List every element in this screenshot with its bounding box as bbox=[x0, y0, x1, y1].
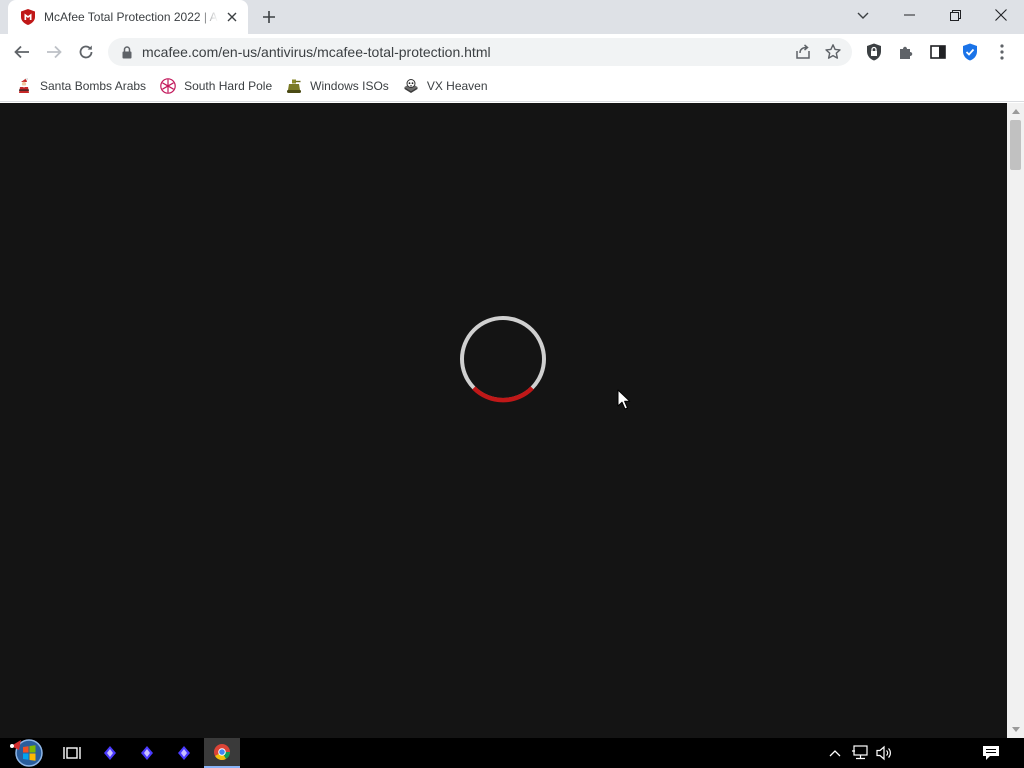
page-scrollbar[interactable] bbox=[1007, 103, 1024, 738]
scroll-down-arrow-icon[interactable] bbox=[1007, 721, 1024, 738]
bookmark-label: Santa Bombs Arabs bbox=[40, 78, 147, 93]
page-viewport bbox=[0, 103, 1007, 738]
windows-logo-icon bbox=[10, 739, 43, 767]
lock-icon[interactable] bbox=[120, 45, 134, 59]
puzzle-extensions-icon[interactable] bbox=[895, 41, 917, 63]
blue-shield-check-icon[interactable] bbox=[959, 41, 981, 63]
chevron-down-icon[interactable] bbox=[852, 5, 874, 27]
bookmark-santa-bombs-arabs[interactable]: Santa Bombs Arabs bbox=[12, 73, 152, 99]
santa-icon bbox=[16, 77, 32, 94]
notifications-icon[interactable] bbox=[978, 738, 1004, 768]
chrome-taskbar-icon[interactable] bbox=[204, 738, 240, 768]
mouse-cursor-icon bbox=[617, 389, 631, 410]
restore-icon[interactable] bbox=[932, 0, 978, 30]
address-bar[interactable]: mcafee.com/en-us/antivirus/mcafee-total-… bbox=[108, 38, 852, 66]
bookmark-windows-isos[interactable]: Windows ISOs bbox=[282, 73, 395, 99]
extension-shield-lock-icon[interactable] bbox=[863, 41, 885, 63]
volume-icon[interactable] bbox=[873, 738, 895, 768]
skull-icon bbox=[403, 78, 419, 94]
scroll-up-arrow-icon[interactable] bbox=[1007, 103, 1024, 120]
bookmark-vx-heaven[interactable]: VX Heaven bbox=[399, 73, 494, 99]
bookmark-label: Windows ISOs bbox=[310, 78, 389, 93]
scrollbar-thumb[interactable] bbox=[1010, 120, 1021, 170]
back-arrow-icon[interactable] bbox=[8, 38, 36, 66]
purple-app-icon[interactable] bbox=[131, 738, 163, 768]
bookmark-label: South Hard Pole bbox=[184, 78, 273, 93]
mcafee-shield-icon bbox=[20, 9, 36, 25]
snowflake-icon bbox=[160, 77, 176, 94]
url-text[interactable]: mcafee.com/en-us/antivirus/mcafee-total-… bbox=[142, 44, 491, 60]
start-button[interactable] bbox=[6, 738, 48, 768]
reload-icon[interactable] bbox=[72, 38, 100, 66]
bookmark-star-icon[interactable] bbox=[824, 43, 842, 61]
task-view-icon[interactable] bbox=[56, 738, 88, 768]
close-tab-icon[interactable] bbox=[224, 9, 240, 25]
minimize-icon[interactable] bbox=[886, 0, 932, 30]
loading-spinner bbox=[460, 316, 546, 403]
share-icon[interactable] bbox=[794, 43, 812, 61]
browser-toolbar: mcafee.com/en-us/antivirus/mcafee-total-… bbox=[0, 34, 1024, 70]
network-icon[interactable] bbox=[849, 738, 871, 768]
chevron-up-icon[interactable] bbox=[824, 738, 846, 768]
tank-icon bbox=[286, 78, 302, 94]
bookmarks-bar: Santa Bombs Arabs South Hard Pole Window… bbox=[0, 70, 1024, 102]
bookmark-south-hard-pole[interactable]: South Hard Pole bbox=[156, 73, 278, 99]
new-tab-icon[interactable] bbox=[258, 6, 280, 28]
bookmark-label: VX Heaven bbox=[426, 78, 488, 93]
close-window-icon[interactable] bbox=[978, 0, 1024, 30]
browser-tab[interactable]: McAfee Total Protection 2022 | Antivirus bbox=[8, 0, 248, 34]
tab-title: McAfee Total Protection 2022 | Antivirus bbox=[44, 10, 218, 24]
windows-taskbar bbox=[0, 738, 1024, 768]
forward-arrow-icon[interactable] bbox=[40, 38, 68, 66]
side-panel-icon[interactable] bbox=[927, 41, 949, 63]
purple-app-icon[interactable] bbox=[168, 738, 200, 768]
tab-strip: McAfee Total Protection 2022 | Antivirus bbox=[0, 0, 1024, 34]
kebab-menu-icon[interactable] bbox=[991, 41, 1013, 63]
purple-app-icon[interactable] bbox=[94, 738, 126, 768]
